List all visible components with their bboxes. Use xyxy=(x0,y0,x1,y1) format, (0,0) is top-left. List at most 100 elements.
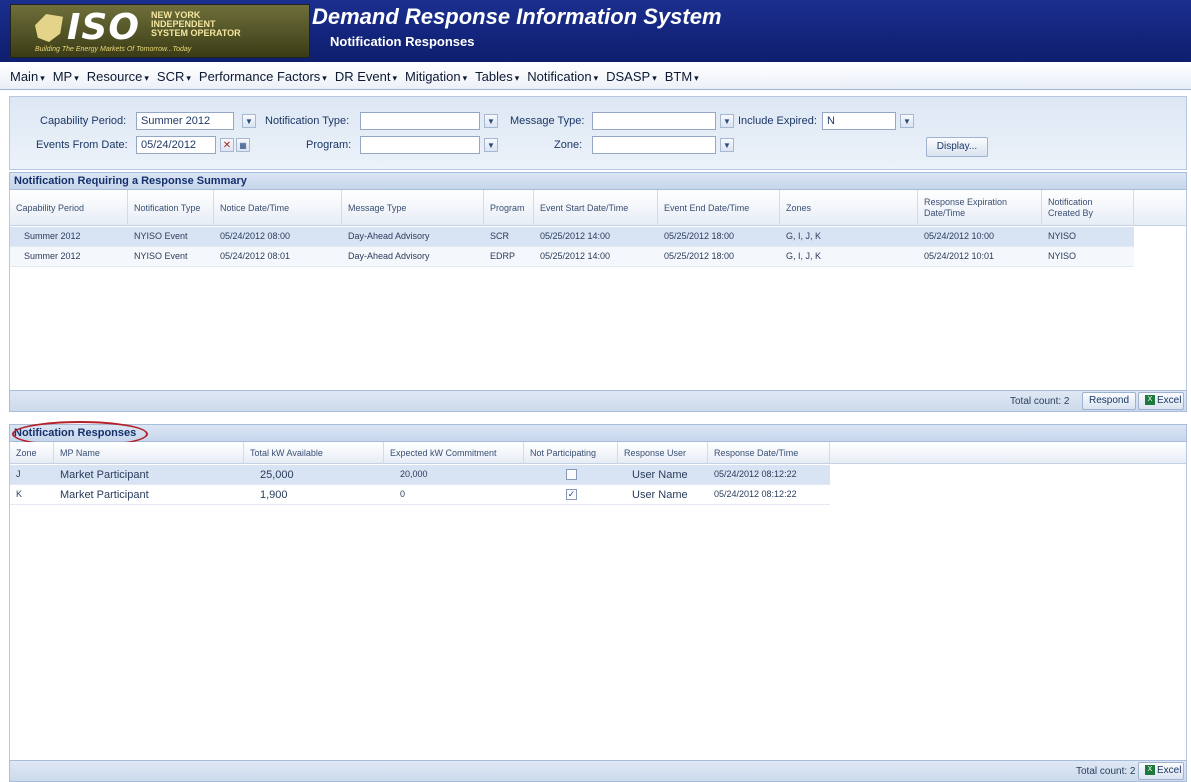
menu-item-resource[interactable]: Resource ▾ xyxy=(87,69,149,84)
chevron-down-icon[interactable]: ▼ xyxy=(720,114,734,128)
table-row[interactable]: K Market Participant 1,900 0 ✓ User Name 05/24… xyxy=(10,485,830,505)
responses-excel-button[interactable]: X Excel xyxy=(1138,762,1184,780)
column-header[interactable]: Response Expiration Date/Time xyxy=(918,190,1042,226)
display-button[interactable]: Display... xyxy=(926,137,988,157)
table-cell: 05/24/2012 08:12:22 xyxy=(714,469,797,479)
responses-grid-footer: Total count: 2 X Excel xyxy=(9,760,1187,782)
chevron-down-icon[interactable]: ▼ xyxy=(484,114,498,128)
summary-grid-footer: Total count: 2 Respond X Excel xyxy=(9,390,1187,412)
logo-wordmark: ISO xyxy=(67,7,140,48)
new-york-state-icon xyxy=(35,14,63,42)
table-cell: SCR xyxy=(490,231,510,241)
table-cell: 1,900 xyxy=(260,489,288,501)
include-expired-select[interactable]: N xyxy=(822,112,896,130)
column-header[interactable]: Zones xyxy=(780,190,918,226)
table-cell: User Name xyxy=(632,489,688,501)
table-cell: 05/24/2012 10:00 xyxy=(924,231,995,241)
menu-item-label: Performance Factors xyxy=(198,68,321,84)
column-header[interactable]: Notification Type xyxy=(128,190,214,226)
not-participating-checkbox[interactable] xyxy=(566,469,577,480)
table-cell: 05/25/2012 18:00 xyxy=(664,251,735,261)
table-row[interactable]: J Market Participant 25,000 20,000 User Name… xyxy=(10,465,830,485)
column-header[interactable]: Response Date/Time xyxy=(708,442,830,464)
nyiso-logo: ISO NEW YORK INDEPENDENT SYSTEM OPERATOR… xyxy=(10,4,310,58)
column-header[interactable]: Not Participating xyxy=(524,442,618,464)
menu-item-notification[interactable]: Notification ▾ xyxy=(527,69,598,84)
menu-item-tables[interactable]: Tables ▾ xyxy=(475,69,519,84)
chevron-down-icon[interactable]: ▼ xyxy=(242,114,256,128)
clear-date-icon[interactable]: ✕ xyxy=(220,138,234,152)
menu-item-dr-event[interactable]: DR Event ▾ xyxy=(335,69,397,84)
chevron-down-icon: ▾ xyxy=(694,72,699,83)
program-label: Program: xyxy=(306,139,352,151)
table-cell: EDRP xyxy=(490,251,516,261)
chevron-down-icon: ▾ xyxy=(462,72,468,83)
chevron-down-icon[interactable]: ▼ xyxy=(720,138,734,152)
chevron-down-icon: ▾ xyxy=(652,72,657,83)
table-cell: NYISO xyxy=(1048,231,1077,241)
table-cell: G, I, J, K xyxy=(786,231,822,241)
table-cell: G, I, J, K xyxy=(786,251,822,261)
message-type-select[interactable] xyxy=(592,112,716,130)
table-cell: 05/25/2012 14:00 xyxy=(540,231,611,241)
chevron-down-icon: ▾ xyxy=(392,72,397,83)
column-header[interactable]: Total kW Available xyxy=(244,442,384,464)
table-cell: Day-Ahead Advisory xyxy=(348,231,430,241)
app-title: Demand Response Information System xyxy=(312,4,722,29)
menu-item-dsasp[interactable]: DSASP ▾ xyxy=(606,69,657,84)
column-header[interactable]: MP Name xyxy=(54,442,244,464)
column-header[interactable]: Notification Created By xyxy=(1042,190,1134,226)
table-cell: 05/25/2012 14:00 xyxy=(540,251,611,261)
chevron-down-icon: ▾ xyxy=(74,72,79,83)
menu-item-main[interactable]: Main ▾ xyxy=(10,69,45,84)
logo-org-line3: SYSTEM OPERATOR xyxy=(151,28,241,38)
menu-item-performance-factors[interactable]: Performance Factors ▾ xyxy=(199,69,327,84)
logo-tagline: Building The Energy Markets Of Tomorrow.… xyxy=(35,46,192,53)
table-cell: NYISO Event xyxy=(134,251,188,261)
capability-period-select[interactable]: Summer 2012 xyxy=(136,112,234,130)
table-row[interactable]: Summer 2012 NYISO Event 05/24/2012 08:01 Da… xyxy=(10,247,1134,267)
responses-grid: Zone MP Name Total kW Available Expected… xyxy=(9,442,1187,760)
table-cell: User Name xyxy=(632,469,688,481)
column-header[interactable]: Message Type xyxy=(342,190,484,226)
chevron-down-icon[interactable]: ▼ xyxy=(484,138,498,152)
zone-select[interactable] xyxy=(592,136,716,154)
column-header[interactable]: Expected kW Commitment xyxy=(384,442,524,464)
column-header[interactable]: Program xyxy=(484,190,534,226)
page-title: Notification Responses xyxy=(330,34,475,49)
respond-button[interactable]: Respond xyxy=(1082,392,1137,410)
program-select[interactable] xyxy=(360,136,480,154)
column-header[interactable]: Event End Date/Time xyxy=(658,190,780,226)
table-cell: NYISO Event xyxy=(134,231,188,241)
column-header[interactable]: Zone xyxy=(10,442,54,464)
column-header[interactable]: Capability Period xyxy=(10,190,128,226)
main-menubar: Main ▾ MP ▾ Resource ▾ SCR ▾ Performance Factors… xyxy=(0,62,1191,90)
table-cell: 05/24/2012 08:12:22 xyxy=(714,489,797,499)
summary-grid-header: Capability Period Notification Type Noti… xyxy=(10,190,1186,226)
menu-item-label: SCR xyxy=(156,68,185,84)
responses-grid-header: Zone MP Name Total kW Available Expected… xyxy=(10,442,1186,464)
summary-excel-button[interactable]: X Excel xyxy=(1138,392,1184,410)
not-participating-checkbox[interactable]: ✓ xyxy=(566,489,577,500)
table-cell: K xyxy=(16,489,23,499)
menu-item-mp[interactable]: MP ▾ xyxy=(53,69,79,84)
chevron-down-icon[interactable]: ▼ xyxy=(900,114,914,128)
calendar-icon[interactable]: ▦ xyxy=(236,138,250,152)
logo-org-name: NEW YORK INDEPENDENT SYSTEM OPERATOR xyxy=(151,11,251,38)
table-row[interactable]: Summer 2012 NYISO Event 05/24/2012 08:00 Da… xyxy=(10,227,1134,247)
excel-icon: X xyxy=(1145,395,1155,406)
table-cell: 05/25/2012 18:00 xyxy=(664,231,735,241)
column-header[interactable]: Notice Date/Time xyxy=(214,190,342,226)
menu-item-mitigation[interactable]: Mitigation ▾ xyxy=(405,69,467,84)
menu-item-btm[interactable]: BTM ▾ xyxy=(665,69,699,84)
events-from-date-input[interactable]: 05/24/2012 xyxy=(136,136,216,154)
column-header[interactable]: Event Start Date/Time xyxy=(534,190,658,226)
table-cell: 0 xyxy=(400,489,406,499)
message-type-label: Message Type: xyxy=(510,115,585,127)
column-header[interactable]: Response User xyxy=(618,442,708,464)
menu-item-scr[interactable]: SCR ▾ xyxy=(157,69,191,84)
table-cell: Market Participant xyxy=(60,469,149,481)
responses-total-count: Total count: 2 xyxy=(1076,766,1136,777)
notification-type-select[interactable] xyxy=(360,112,480,130)
menu-container: Main ▾ MP ▾ Resource ▾ SCR ▾ Performance Factors… xyxy=(10,64,840,88)
